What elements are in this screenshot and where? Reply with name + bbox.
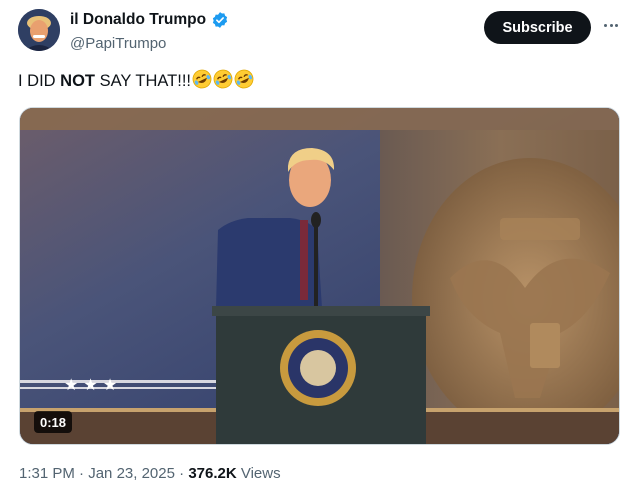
subscribe-button[interactable]: Subscribe	[484, 11, 591, 44]
video-duration: 0:18	[34, 411, 73, 433]
emoji-group	[191, 69, 254, 90]
verified-badge-icon	[212, 12, 228, 28]
display-name[interactable]: il Donaldo Trumpo	[70, 11, 206, 29]
tweet-header: il Donaldo Trumpo @PapiTrumpo Subscribe	[0, 0, 639, 62]
user-handle[interactable]: @PapiTrumpo	[70, 35, 166, 52]
tweet-time[interactable]: 1:31 PM	[19, 465, 75, 482]
views-label: Views	[240, 465, 281, 482]
avatar[interactable]	[18, 9, 60, 51]
tweet-text-prefix: I DID	[18, 72, 61, 90]
video-player[interactable]: ★ ★ ★ 0:18	[19, 107, 620, 445]
svg-text:★ ★ ★: ★ ★ ★	[64, 375, 117, 394]
rolling-on-floor-laughing-icon	[192, 69, 212, 89]
tweet-meta: 1:31 PM · Jan 23, 2025 · 376.2K Views	[19, 465, 281, 482]
tweet-text-suffix: SAY THAT!!!	[95, 72, 191, 90]
rolling-on-floor-laughing-icon	[234, 69, 254, 89]
meta-separator-2: ·	[174, 465, 189, 482]
more-options-icon[interactable]	[599, 13, 623, 37]
rolling-on-floor-laughing-icon	[213, 69, 233, 89]
tweet-text-bold: NOT	[60, 72, 96, 90]
meta-separator: ·	[74, 465, 89, 482]
tweet-date[interactable]: Jan 23, 2025	[88, 465, 175, 482]
video-frame: ★ ★ ★	[20, 108, 619, 444]
tweet-text: I DID NOT SAY THAT!!!	[18, 69, 254, 93]
views-count: 376.2K	[188, 465, 237, 482]
